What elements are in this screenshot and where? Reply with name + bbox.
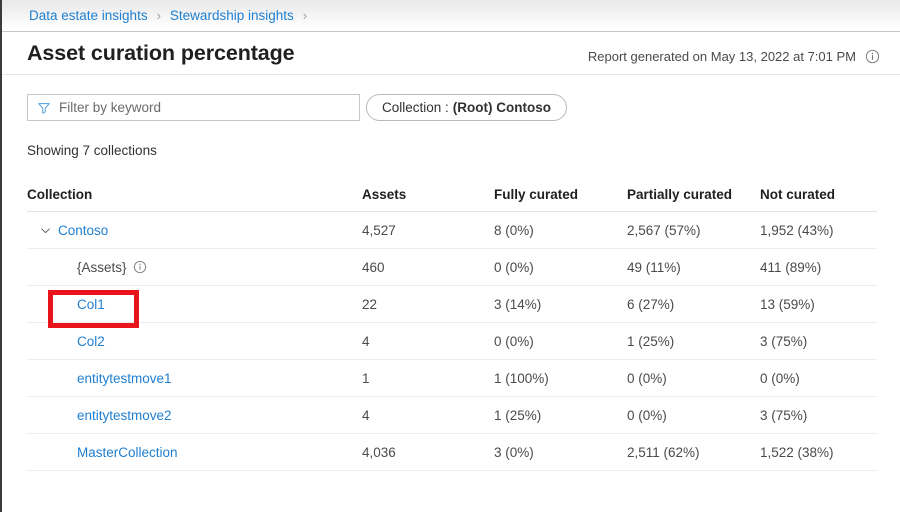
- collection-filter-label: Collection :: [382, 100, 449, 115]
- filter-by-keyword-field[interactable]: [27, 94, 360, 121]
- cell-assets: 1: [362, 371, 370, 386]
- column-header-fully-curated: Fully curated: [494, 187, 578, 202]
- cell-collection: MasterCollection: [77, 445, 178, 460]
- cell-assets: 460: [362, 260, 385, 275]
- breadcrumb-item-stewardship-insights[interactable]: Stewardship insights: [170, 9, 294, 23]
- cell-collection: entitytestmove2: [77, 408, 172, 423]
- collection-name[interactable]: Col1: [77, 297, 105, 312]
- cell-not-curated: 411 (89%): [760, 260, 821, 275]
- cell-partially-curated: 1 (25%): [627, 334, 674, 349]
- collection-filter-value: (Root) Contoso: [453, 100, 551, 115]
- cell-not-curated: 3 (75%): [760, 408, 807, 423]
- page-title: Asset curation percentage: [27, 41, 295, 66]
- cell-assets: 22: [362, 297, 377, 312]
- chevron-down-icon[interactable]: [39, 224, 52, 237]
- collection-name[interactable]: Contoso: [58, 223, 108, 238]
- cell-partially-curated: 0 (0%): [627, 371, 667, 386]
- cell-collection: Contoso: [39, 223, 108, 238]
- breadcrumb-separator-icon: ›: [157, 9, 161, 22]
- cell-partially-curated: 6 (27%): [627, 297, 674, 312]
- table-row[interactable]: MasterCollection 4,036 3 (0%) 2,511 (62%) 1,…: [27, 434, 877, 471]
- cell-fully-curated: 3 (0%): [494, 445, 534, 460]
- cell-collection: Col2: [77, 334, 105, 349]
- info-circle-icon[interactable]: [865, 49, 880, 64]
- breadcrumb-item-data-estate-insights[interactable]: Data estate insights: [29, 9, 148, 23]
- funnel-icon: [37, 101, 51, 115]
- report-generated-timestamp: Report generated on May 13, 2022 at 7:01…: [588, 49, 856, 64]
- cell-not-curated: 13 (59%): [760, 297, 815, 312]
- table-row[interactable]: Col1 22 3 (14%) 6 (27%) 13 (59%): [27, 286, 877, 323]
- cell-fully-curated: 1 (100%): [494, 371, 549, 386]
- cell-collection: {Assets}: [77, 260, 147, 275]
- cell-not-curated: 1,952 (43%): [760, 223, 834, 238]
- cell-not-curated: 3 (75%): [760, 334, 807, 349]
- search-input[interactable]: [59, 100, 349, 115]
- cell-fully-curated: 1 (25%): [494, 408, 541, 423]
- table-row[interactable]: entitytestmove2 4 1 (25%) 0 (0%) 3 (75%): [27, 397, 877, 434]
- cell-collection: entitytestmove1: [77, 371, 172, 386]
- collection-filter-pill[interactable]: Collection : (Root) Contoso: [366, 94, 567, 121]
- table-row[interactable]: Col2 4 0 (0%) 1 (25%) 3 (75%): [27, 323, 877, 360]
- cell-assets: 4,036: [362, 445, 396, 460]
- table-row[interactable]: Contoso 4,527 8 (0%) 2,567 (57%) 1,952 (43%): [27, 212, 877, 249]
- collection-name: {Assets}: [77, 260, 127, 275]
- breadcrumb-separator-icon-2: ›: [303, 9, 307, 22]
- collections-table: Collection Assets Fully curated Partiall…: [27, 178, 877, 471]
- cell-fully-curated: 0 (0%): [494, 260, 534, 275]
- cell-not-curated: 1,522 (38%): [760, 445, 834, 460]
- column-header-collection: Collection: [27, 187, 92, 202]
- cell-fully-curated: 3 (14%): [494, 297, 541, 312]
- collection-name[interactable]: entitytestmove1: [77, 371, 172, 386]
- cell-assets: 4,527: [362, 223, 396, 238]
- info-circle-icon[interactable]: [133, 260, 147, 274]
- table-row[interactable]: {Assets} 460 0 (0%) 49 (11%) 411 (89%): [27, 249, 877, 286]
- collection-name[interactable]: MasterCollection: [77, 445, 178, 460]
- table-row[interactable]: entitytestmove1 1 1 (100%) 0 (0%) 0 (0%): [27, 360, 877, 397]
- breadcrumb: Data estate insights › Stewardship insig…: [2, 0, 900, 32]
- showing-collections-count: Showing 7 collections: [27, 143, 157, 158]
- cell-collection: Col1: [77, 297, 105, 312]
- cell-partially-curated: 2,511 (62%): [627, 445, 700, 460]
- cell-fully-curated: 0 (0%): [494, 334, 534, 349]
- cell-partially-curated: 2,567 (57%): [627, 223, 701, 238]
- cell-partially-curated: 0 (0%): [627, 408, 667, 423]
- cell-fully-curated: 8 (0%): [494, 223, 534, 238]
- cell-assets: 4: [362, 408, 370, 423]
- cell-assets: 4: [362, 334, 370, 349]
- cell-partially-curated: 49 (11%): [627, 260, 681, 275]
- table-header-row: Collection Assets Fully curated Partiall…: [27, 178, 877, 212]
- collection-name[interactable]: entitytestmove2: [77, 408, 172, 423]
- column-header-partially-curated: Partially curated: [627, 187, 732, 202]
- cell-not-curated: 0 (0%): [760, 371, 800, 386]
- report-page: Data estate insights › Stewardship insig…: [0, 0, 900, 512]
- collection-name[interactable]: Col2: [77, 334, 105, 349]
- column-header-not-curated: Not curated: [760, 187, 835, 202]
- title-row: Asset curation percentage Report generat…: [2, 33, 900, 75]
- column-header-assets: Assets: [362, 187, 406, 202]
